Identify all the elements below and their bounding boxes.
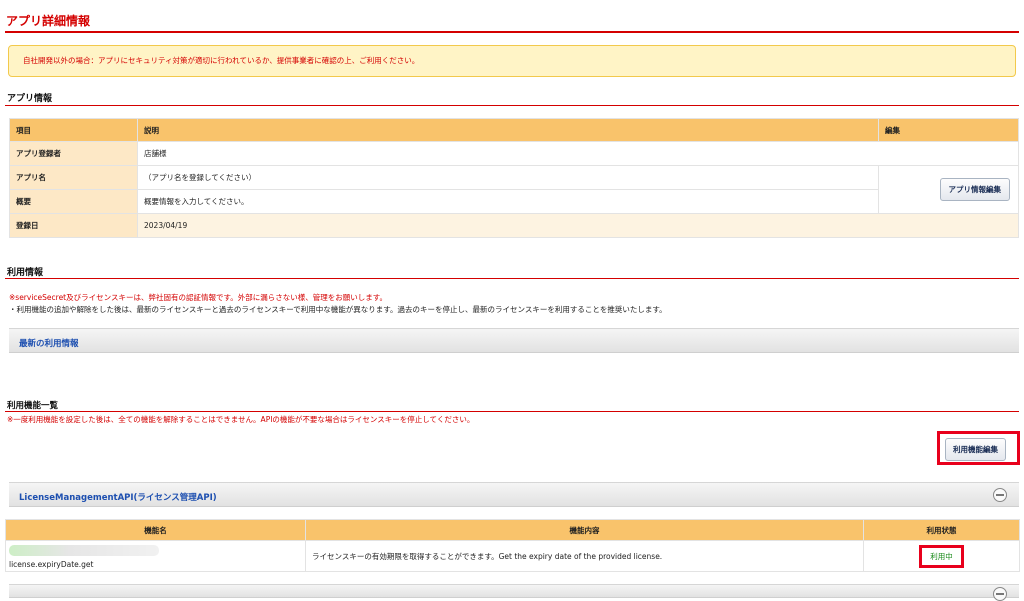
- title-divider: [5, 31, 1019, 33]
- table-row: アプリ登録者 店舗様: [9, 141, 1019, 166]
- latest-usage-bar[interactable]: 最新の利用情報: [9, 328, 1019, 353]
- app-info-divider: [5, 105, 1019, 106]
- row-label: アプリ名: [9, 165, 138, 190]
- functions-edit-highlight: 利用機能編集: [937, 431, 1020, 465]
- row-label: 概要: [9, 189, 138, 214]
- row-value: 2023/04/19: [137, 213, 1019, 238]
- table-header-row: 項目 説明 編集: [9, 118, 1019, 142]
- collapse-icon[interactable]: [993, 488, 1007, 502]
- api-group-bar[interactable]: LicenseManagementAPI(ライセンス管理API): [9, 482, 1019, 507]
- usage-notice-red: ※serviceSecret及びライセンスキーは、弊社固有の認証情報です。外部に…: [9, 293, 387, 302]
- functions-table: 機能名 機能内容 利用状態 license.expiryDate.get ライセ…: [5, 519, 1020, 572]
- row-value: 店舗様: [137, 141, 1019, 166]
- header-status: 利用状態: [863, 519, 1020, 541]
- function-status-cell: 利用中: [863, 540, 1020, 572]
- functions-divider: [5, 411, 1019, 412]
- header-name: 機能名: [5, 519, 306, 541]
- warning-text: 自社開発以外の場合：アプリにセキュリティ対策が適切に行われているか、提供事業者に…: [23, 56, 420, 65]
- function-name-cell: license.expiryDate.get: [5, 540, 306, 572]
- latest-usage-link[interactable]: 最新の利用情報: [19, 337, 79, 349]
- row-label: 登録日: [9, 213, 138, 238]
- api-group-title: LicenseManagementAPI(ライセンス管理API): [19, 493, 217, 503]
- row-value: （アプリ名を登録してください）: [137, 165, 879, 190]
- table-row: 概要 概要情報を入力してください。: [9, 189, 1019, 214]
- row-label: アプリ登録者: [9, 141, 138, 166]
- warning-banner: 自社開発以外の場合：アプリにセキュリティ対策が適切に行われているか、提供事業者に…: [8, 45, 1016, 77]
- collapse-icon[interactable]: [993, 587, 1007, 601]
- table-row: license.expiryDate.get ライセンスキーの有効期限を取得する…: [5, 540, 1020, 572]
- functions-notice: ※一度利用機能を設定した後は、全ての機能を解除することはできません。APIの機能…: [7, 415, 475, 424]
- page-title: アプリ詳細情報: [6, 14, 91, 28]
- functions-title: 利用機能一覧: [7, 401, 59, 411]
- edit-cell: アプリ情報編集: [878, 165, 1019, 214]
- table-row: 登録日 2023/04/19: [9, 213, 1019, 238]
- header-description: 説明: [137, 118, 879, 142]
- status-badge: 利用中: [919, 544, 964, 568]
- function-name: license.expiryDate.get: [9, 560, 94, 569]
- app-info-edit-button[interactable]: アプリ情報編集: [939, 178, 1010, 201]
- usage-info-title: 利用情報: [7, 268, 44, 278]
- redacted-content: [9, 545, 159, 556]
- table-row: アプリ名 （アプリ名を登録してください） アプリ情報編集: [9, 165, 1019, 214]
- header-content: 機能内容: [305, 519, 864, 541]
- app-info-table: 項目 説明 編集 アプリ登録者 店舗様 アプリ名 （アプリ名を登録してください）…: [9, 118, 1019, 238]
- header-item: 項目: [9, 118, 138, 142]
- table-header-row: 機能名 機能内容 利用状態: [5, 519, 1020, 541]
- functions-edit-button[interactable]: 利用機能編集: [945, 438, 1006, 461]
- usage-notice: ・利用機能の追加や解除をした後は、最新のライセンスキーと過去のライセンスキーで利…: [9, 305, 667, 314]
- next-group-bar[interactable]: [9, 584, 1019, 601]
- function-content: ライセンスキーの有効期限を取得することができます。Get the expiry …: [305, 540, 864, 572]
- header-edit: 編集: [878, 118, 1019, 142]
- usage-info-divider: [5, 278, 1019, 279]
- row-value: 概要情報を入力してください。: [137, 189, 879, 214]
- app-info-title: アプリ情報: [7, 94, 53, 104]
